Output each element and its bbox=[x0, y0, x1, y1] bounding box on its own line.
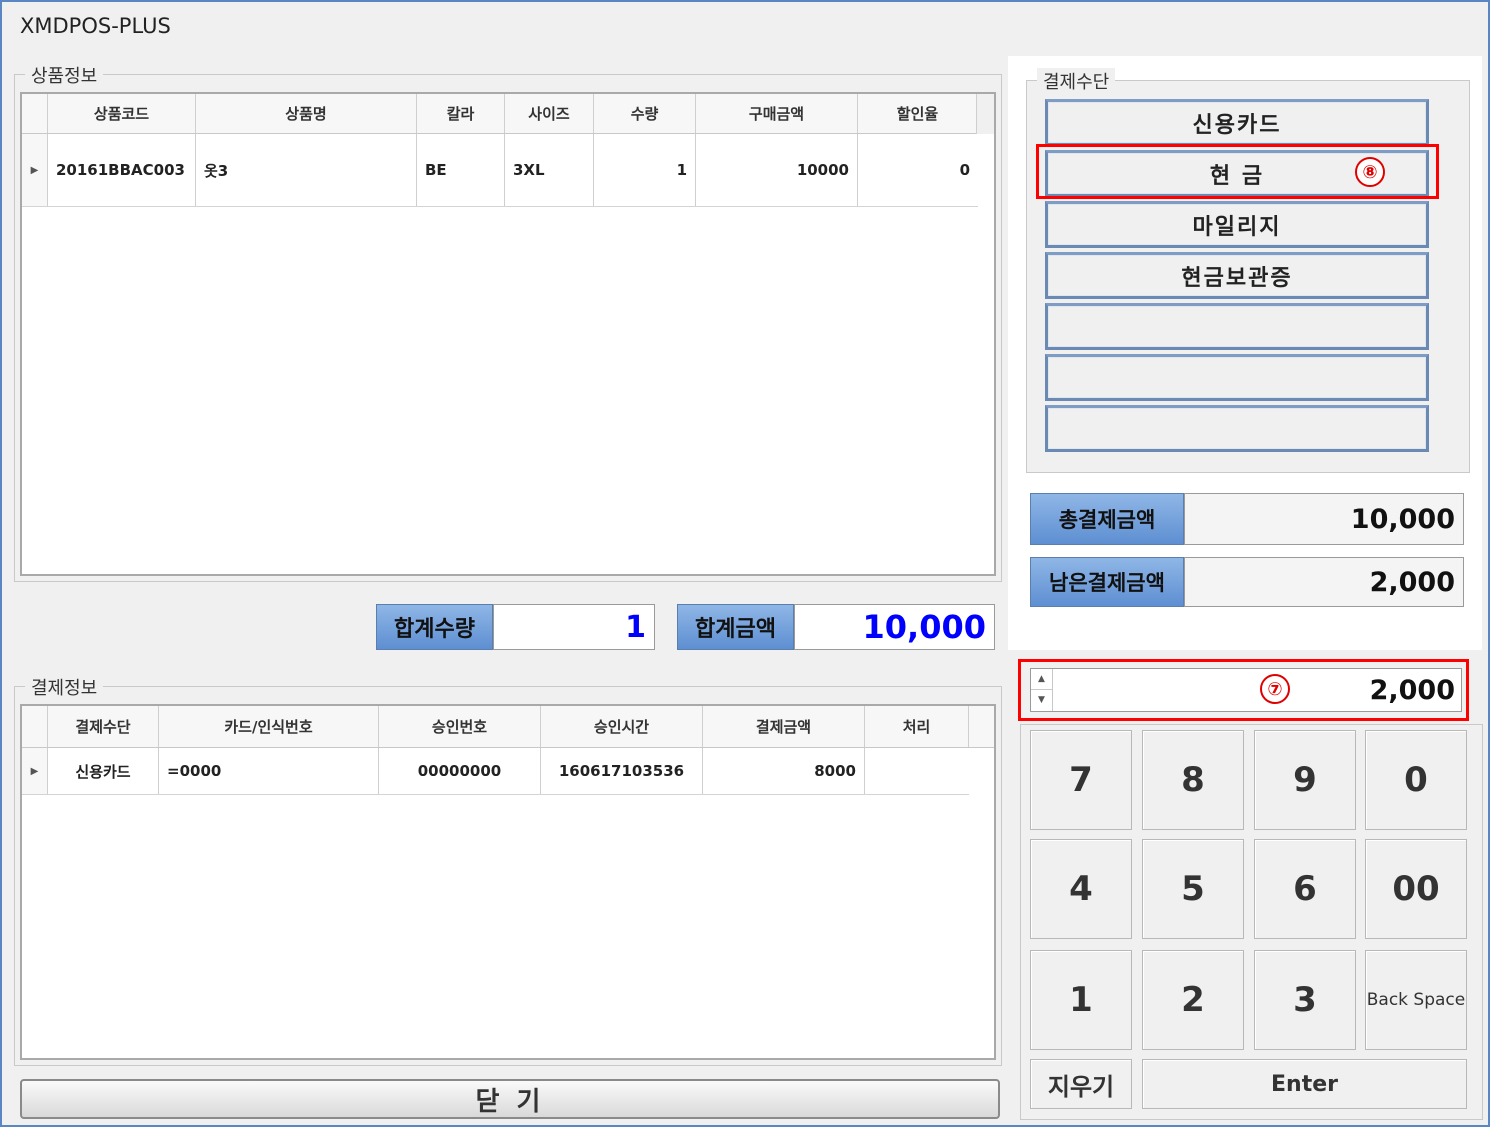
annotation-badge-7: ⑦ bbox=[1260, 674, 1290, 704]
cell-color: BE bbox=[417, 134, 505, 206]
key-backspace[interactable]: Back Space bbox=[1365, 950, 1467, 1050]
mileage-button[interactable]: 마일리지 bbox=[1045, 201, 1429, 248]
amount-input[interactable]: ▲ ▼ 2,000 bbox=[1030, 668, 1462, 712]
cell-amount: 10000 bbox=[696, 134, 858, 206]
header-marker bbox=[22, 94, 48, 133]
col-product-name[interactable]: 상품명 bbox=[196, 94, 417, 133]
key-3[interactable]: 3 bbox=[1254, 950, 1356, 1050]
cell-size: 3XL bbox=[505, 134, 594, 206]
col-amount[interactable]: 구매금액 bbox=[696, 94, 858, 133]
total-payment-label: 총결제금액 bbox=[1030, 493, 1184, 545]
cell-discount: 0 bbox=[959, 161, 970, 179]
enter-button[interactable]: Enter bbox=[1142, 1059, 1467, 1109]
credit-card-button[interactable]: 신용카드 bbox=[1045, 99, 1429, 146]
total-amount-label: 합계금액 bbox=[677, 604, 794, 650]
cell-approval-no: 00000000 bbox=[379, 748, 541, 794]
col-product-code[interactable]: 상품코드 bbox=[48, 94, 196, 133]
key-4[interactable]: 4 bbox=[1030, 839, 1132, 939]
product-grid[interactable]: 상품코드 상품명 칼라 사이즈 수량 구매금액 할인율 ▶ 20161BBAC0… bbox=[20, 92, 996, 576]
cell-status bbox=[865, 748, 969, 794]
pos-window: XMDPOS-PLUS 상품정보 상품코드 상품명 칼라 사이즈 수량 구매금액… bbox=[0, 0, 1490, 1127]
row-pointer-icon: ▶ bbox=[22, 748, 48, 794]
spin-down-icon[interactable]: ▼ bbox=[1031, 690, 1052, 710]
cell-product-name: 옷3 bbox=[196, 134, 417, 206]
col-qty[interactable]: 수량 bbox=[594, 94, 696, 133]
key-0[interactable]: 0 bbox=[1365, 730, 1467, 830]
empty-method-button-1[interactable] bbox=[1045, 303, 1429, 350]
total-qty-label: 합계수량 bbox=[376, 604, 493, 650]
payment-info-legend: 결제정보 bbox=[25, 674, 104, 700]
product-group-legend: 상품정보 bbox=[25, 62, 104, 88]
col-discount[interactable]: 할인율 bbox=[858, 94, 978, 133]
payment-grid-header: 결제수단 카드/인식번호 승인번호 승인시간 결제금액 처리 bbox=[22, 706, 994, 748]
empty-method-button-2[interactable] bbox=[1045, 354, 1429, 401]
key-5[interactable]: 5 bbox=[1142, 839, 1244, 939]
col-color[interactable]: 칼라 bbox=[417, 94, 505, 133]
spinner[interactable]: ▲ ▼ bbox=[1031, 669, 1053, 711]
payment-grid[interactable]: 결제수단 카드/인식번호 승인번호 승인시간 결제금액 처리 ▶ 신용카드 =0… bbox=[20, 704, 996, 1060]
cell-pay-amount: 8000 bbox=[703, 748, 865, 794]
key-7[interactable]: 7 bbox=[1030, 730, 1132, 830]
key-1[interactable]: 1 bbox=[1030, 950, 1132, 1050]
close-button[interactable]: 닫 기 bbox=[20, 1079, 1000, 1119]
clear-button[interactable]: 지우기 bbox=[1030, 1059, 1132, 1109]
annotation-badge-8: ⑧ bbox=[1355, 157, 1385, 187]
row-pointer-icon: ▶ bbox=[22, 134, 48, 206]
key-00[interactable]: 00 bbox=[1365, 839, 1467, 939]
empty-method-button-3[interactable] bbox=[1045, 405, 1429, 452]
total-payment-value: 10,000 bbox=[1184, 493, 1464, 545]
product-grid-header: 상품코드 상품명 칼라 사이즈 수량 구매금액 할인율 bbox=[22, 94, 994, 134]
col-size[interactable]: 사이즈 bbox=[505, 94, 594, 133]
col-card-number[interactable]: 카드/인식번호 bbox=[159, 706, 379, 747]
method-group-legend: 결제수단 bbox=[1037, 68, 1116, 94]
key-6[interactable]: 6 bbox=[1254, 839, 1356, 939]
cell-qty: 1 bbox=[594, 134, 696, 206]
header-marker bbox=[22, 706, 48, 747]
cell-card-number: =0000 bbox=[159, 748, 379, 794]
key-8[interactable]: 8 bbox=[1142, 730, 1244, 830]
spin-up-icon[interactable]: ▲ bbox=[1031, 669, 1052, 690]
key-2[interactable]: 2 bbox=[1142, 950, 1244, 1050]
table-row[interactable]: ▶ 신용카드 =0000 00000000 160617103536 8000 bbox=[22, 748, 969, 795]
cash-receipt-button[interactable]: 현금보관증 bbox=[1045, 252, 1429, 299]
col-status[interactable]: 처리 bbox=[865, 706, 969, 747]
total-amount-value: 10,000 bbox=[794, 604, 995, 650]
cell-approval-time: 160617103536 bbox=[541, 748, 703, 794]
col-pay-method[interactable]: 결제수단 bbox=[48, 706, 159, 747]
remaining-payment-value: 2,000 bbox=[1184, 557, 1464, 607]
window-title: XMDPOS-PLUS bbox=[20, 14, 171, 38]
grid-scroll-corner bbox=[976, 94, 994, 134]
cell-product-code: 20161BBAC003 bbox=[48, 134, 196, 206]
col-approval-time[interactable]: 승인시간 bbox=[541, 706, 703, 747]
cell-pay-method: 신용카드 bbox=[48, 748, 159, 794]
amount-input-value: 2,000 bbox=[1369, 674, 1455, 706]
table-row[interactable]: ▶ 20161BBAC003 옷3 BE 3XL 1 10000 0 bbox=[22, 134, 978, 207]
key-9[interactable]: 9 bbox=[1254, 730, 1356, 830]
total-qty-value: 1 bbox=[493, 604, 655, 650]
remaining-payment-label: 남은결제금액 bbox=[1030, 557, 1184, 607]
col-pay-amount[interactable]: 결제금액 bbox=[703, 706, 865, 747]
col-approval-no[interactable]: 승인번호 bbox=[379, 706, 541, 747]
